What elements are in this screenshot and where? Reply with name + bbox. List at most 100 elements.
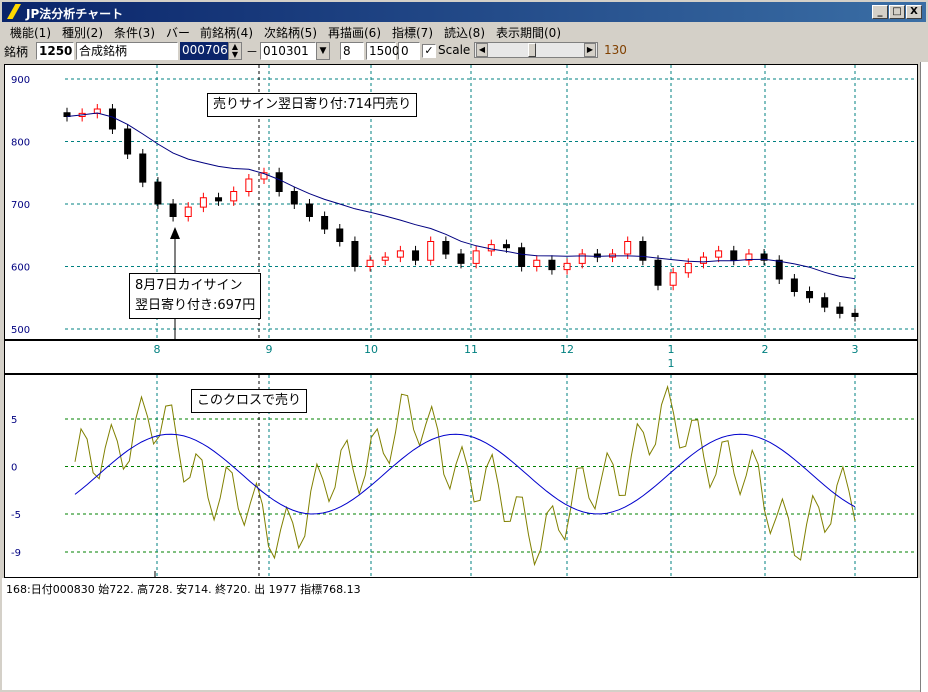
indicator-y-tick: -9 bbox=[11, 548, 21, 559]
buy-signal-line1: 8月7日カイサイン bbox=[135, 278, 243, 293]
down-candle bbox=[442, 241, 450, 255]
up-candle bbox=[427, 241, 435, 261]
month-label: 12 bbox=[560, 343, 574, 356]
scale-slider[interactable] bbox=[474, 42, 598, 58]
up-candle bbox=[563, 262, 571, 271]
date-spin-input[interactable]: 000706 bbox=[180, 42, 228, 60]
down-candle bbox=[502, 244, 510, 249]
stock-name-field: 合成銘柄 bbox=[76, 42, 178, 60]
date-axis: 8 9 10 11 12 1 2 3 1 bbox=[4, 340, 918, 374]
down-candle bbox=[290, 191, 298, 205]
toolbar: 銘柄 1250 合成銘柄 000706 ▲ ▼ － 010301 ▼ 8 1500… bbox=[0, 40, 928, 62]
up-candle bbox=[381, 256, 389, 261]
param2-input[interactable]: 1500 bbox=[366, 42, 400, 60]
date-select[interactable]: 010301 bbox=[260, 42, 316, 60]
down-candle bbox=[305, 203, 313, 217]
down-candle bbox=[851, 312, 859, 317]
year-label: 1 bbox=[668, 357, 675, 370]
price-y-tick: 600 bbox=[11, 263, 30, 274]
down-candle bbox=[790, 278, 798, 292]
price-chart[interactable]: 900 800 700 600 500 売りサイン翌日寄り付:714円売り 8月7日カイ… bbox=[4, 64, 918, 340]
down-candle bbox=[108, 108, 116, 130]
signal-line bbox=[74, 433, 856, 515]
buy-signal-line2: 翌日寄り付き:697円 bbox=[135, 298, 256, 313]
down-candle bbox=[139, 153, 147, 183]
menu-bar-item[interactable]: バー bbox=[166, 24, 190, 41]
month-label: 1 bbox=[668, 343, 675, 356]
up-candle bbox=[366, 259, 374, 267]
slider-thumb[interactable] bbox=[528, 43, 536, 57]
minimize-button[interactable]: _ bbox=[872, 5, 888, 19]
month-label: 2 bbox=[762, 343, 769, 356]
slider-left-arrow-icon[interactable]: ◀ bbox=[476, 43, 488, 57]
slider-right-arrow-icon[interactable]: ▶ bbox=[584, 43, 596, 57]
down-candle bbox=[730, 250, 738, 261]
menu-prev-stock[interactable]: 前銘柄(4) bbox=[200, 24, 253, 41]
menu-redraw[interactable]: 再描画(6) bbox=[328, 24, 381, 41]
down-candle bbox=[836, 306, 844, 314]
menu-indicator[interactable]: 指標(7) bbox=[392, 24, 433, 41]
up-candle bbox=[699, 256, 707, 264]
up-candle bbox=[487, 244, 495, 252]
scale-checkbox[interactable]: ✓ bbox=[422, 44, 436, 58]
indicator-y-tick: 5 bbox=[11, 415, 17, 426]
menu-load[interactable]: 読込(8) bbox=[444, 24, 485, 41]
title-bar: JP法分析チャート _ □ X bbox=[2, 2, 926, 22]
down-candle bbox=[215, 197, 223, 202]
up-candle bbox=[684, 262, 692, 274]
scale-label: Scale bbox=[438, 43, 471, 57]
dropdown-arrow-icon[interactable]: ▼ bbox=[316, 42, 330, 60]
vertical-scrollbar[interactable] bbox=[920, 62, 928, 692]
indicator-y-tick: 0 bbox=[11, 463, 17, 474]
spin-arrows-icon[interactable]: ▲ ▼ bbox=[228, 42, 242, 60]
app-lightning-icon bbox=[7, 4, 21, 19]
up-candle bbox=[624, 241, 632, 255]
month-label: 11 bbox=[464, 343, 478, 356]
stock-code-input[interactable]: 1250 bbox=[36, 42, 74, 60]
down-candle bbox=[169, 203, 177, 217]
range-dash: － bbox=[246, 45, 259, 59]
cross-sell-note: このクロスで売り bbox=[191, 389, 308, 413]
stock-label: 銘柄 bbox=[4, 45, 29, 59]
month-label: 3 bbox=[852, 343, 859, 356]
status-text: 168:日付000830 始722. 高728. 安714. 終720. 出 1… bbox=[6, 583, 361, 596]
menu-display-period[interactable]: 表示期間(0) bbox=[496, 24, 561, 41]
close-button[interactable]: X bbox=[906, 5, 922, 19]
param3-input[interactable]: 0 bbox=[398, 42, 420, 60]
down-candle bbox=[154, 181, 162, 205]
up-candle bbox=[199, 197, 207, 208]
menu-type[interactable]: 種別(2) bbox=[62, 24, 103, 41]
menu-condition[interactable]: 条件(3) bbox=[114, 24, 155, 41]
maximize-button[interactable]: □ bbox=[889, 5, 905, 19]
down-candle bbox=[775, 259, 783, 280]
up-candle bbox=[396, 250, 404, 258]
month-label: 9 bbox=[266, 343, 273, 356]
down-candle bbox=[806, 291, 814, 299]
menu-function[interactable]: 機能(1) bbox=[10, 24, 51, 41]
status-area: 168:日付000830 始722. 高728. 安714. 終720. 出 1… bbox=[2, 578, 920, 690]
menu-next-stock[interactable]: 次銘柄(5) bbox=[264, 24, 317, 41]
up-candle bbox=[230, 191, 238, 202]
down-candle bbox=[518, 247, 526, 267]
buy-signal-note: 8月7日カイサイン 翌日寄り付き:697円 bbox=[129, 273, 262, 319]
down-candle bbox=[351, 241, 359, 267]
indicator-chart-svg: 5 0 -5 -9 bbox=[11, 375, 917, 577]
indicator-y-tick: -5 bbox=[11, 510, 21, 521]
indicator-chart[interactable]: 5 0 -5 -9 このクロスで売り bbox=[4, 374, 918, 578]
sell-signal-note: 売りサイン翌日寄り付:714円売り bbox=[207, 93, 418, 117]
down-candle bbox=[548, 259, 556, 271]
down-candle bbox=[821, 297, 829, 308]
price-y-tick: 900 bbox=[11, 75, 30, 86]
price-y-tick: 500 bbox=[11, 325, 30, 336]
month-label: 10 bbox=[364, 343, 378, 356]
up-candle bbox=[533, 259, 541, 267]
month-label: 8 bbox=[154, 343, 161, 356]
param1-input[interactable]: 8 bbox=[340, 42, 364, 60]
down-candle bbox=[639, 241, 647, 261]
down-candle bbox=[412, 250, 420, 261]
buy-arrow-icon bbox=[170, 227, 180, 239]
price-y-tick: 800 bbox=[11, 138, 30, 149]
up-candle bbox=[472, 250, 480, 264]
up-candle bbox=[715, 250, 723, 258]
slider-value: 130 bbox=[604, 43, 627, 57]
